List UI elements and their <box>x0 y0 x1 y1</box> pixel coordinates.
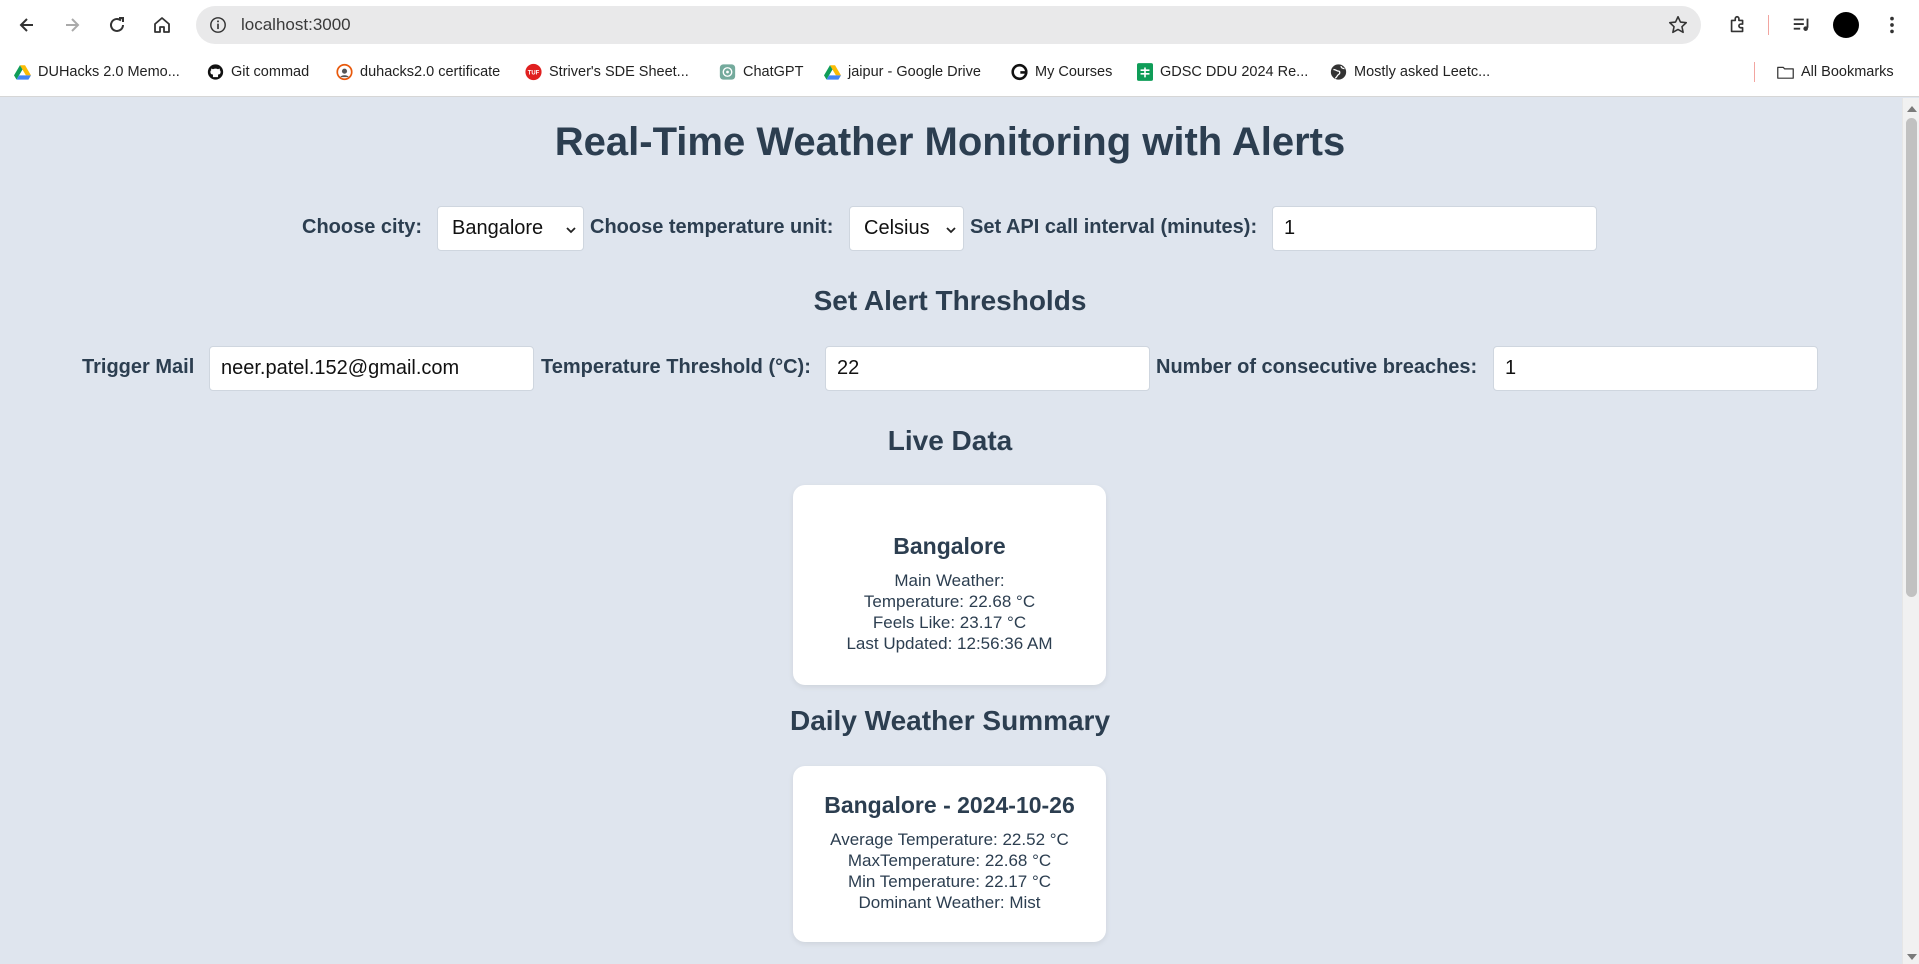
last-updated-text: Last Updated: 12:56:36 AM <box>846 634 1053 653</box>
bookmark-my-courses[interactable]: My Courses <box>1011 61 1112 83</box>
max-temperature-text: MaxTemperature: 22.68 °C <box>847 851 1052 870</box>
toolbar-divider <box>1768 15 1769 35</box>
certificate-icon <box>336 63 353 81</box>
temperature-threshold-input[interactable]: 22 <box>825 346 1150 391</box>
all-bookmarks-label: All Bookmarks <box>1801 64 1894 80</box>
bookmark-jaipur-drive[interactable]: jaipur - Google Drive <box>824 61 981 83</box>
temperature-threshold-label: Temperature Threshold (°C): <box>541 356 811 378</box>
settings-row: Choose city: Bangalore Choose temperatur… <box>0 206 1900 252</box>
puzzle-icon <box>1730 15 1744 33</box>
browser-chrome: localhost:3000 DUHacks 2.0 Memo... Git c… <box>0 0 1919 97</box>
bookmark-label: Mostly asked Leetc... <box>1354 64 1491 80</box>
email-field[interactable]: neer.patel.152@gmail.com <box>209 346 534 391</box>
consecutive-breaches-label: Number of consecutive breaches: <box>1156 356 1478 378</box>
address-bar[interactable]: localhost:3000 <box>196 6 1701 44</box>
profile-avatar[interactable] <box>1833 12 1859 38</box>
page-scrollbar[interactable] <box>1902 98 1919 964</box>
scroll-down-arrow-icon[interactable] <box>1907 954 1917 960</box>
sheets-icon <box>1136 63 1153 81</box>
scroll-thumb[interactable] <box>1906 118 1917 597</box>
interval-input-value: 1 <box>1284 217 1296 239</box>
temperature-text: Temperature: 22.68 °C <box>863 592 1036 611</box>
trigger-mail-label: Trigger Mail <box>82 356 195 378</box>
bookmarks-divider <box>1754 62 1755 82</box>
extensions-button[interactable] <box>1724 11 1752 39</box>
alert-thresholds-row: Trigger Mail neer.patel.152@gmail.com Te… <box>0 346 1900 392</box>
bookmark-label: duhacks2.0 certificate <box>360 64 501 80</box>
google-drive-icon <box>824 64 841 81</box>
playlist-icon <box>1793 18 1809 31</box>
bookmarks-bar: DUHacks 2.0 Memo... Git commad duhacks2.… <box>0 58 1919 86</box>
folder-icon <box>1777 64 1794 81</box>
bookmark-label: DUHacks 2.0 Memo... <box>38 64 180 80</box>
average-temperature-text: Average Temperature: 22.52 °C <box>830 830 1069 849</box>
unit-select[interactable]: Celsius <box>849 206 964 251</box>
unit-label: Choose temperature unit: <box>590 216 834 238</box>
reload-icon <box>110 17 124 32</box>
bookmark-star-icon[interactable] <box>1667 14 1689 36</box>
svg-text:TUF: TUF <box>528 71 540 77</box>
bookmark-gdsc-ddu[interactable]: GDSC DDU 2024 Re... <box>1136 61 1308 83</box>
city-label: Choose city: <box>302 216 423 238</box>
browser-menu-button[interactable] <box>1878 11 1906 39</box>
daily-summary-heading: Daily Weather Summary <box>789 705 1111 736</box>
email-field-value: neer.patel.152@gmail.com <box>221 357 460 379</box>
city-select-value: Bangalore <box>452 217 544 239</box>
dominant-weather-text: Dominant Weather: Mist <box>858 893 1041 912</box>
bookmark-leetcode[interactable]: Mostly asked Leetc... <box>1330 61 1490 83</box>
tuf-icon: TUF <box>525 63 542 81</box>
feels-like-text: Feels Like: 23.17 °C <box>872 613 1027 632</box>
home-icon <box>154 17 170 33</box>
media-control-button[interactable] <box>1788 11 1816 39</box>
url-text: localhost:3000 <box>241 15 351 34</box>
temperature-threshold-value: 22 <box>837 357 860 379</box>
bookmark-label: GDSC DDU 2024 Re... <box>1160 64 1309 80</box>
scroll-up-arrow-icon[interactable] <box>1907 106 1917 112</box>
back-button[interactable] <box>11 9 43 41</box>
consecutive-breaches-input[interactable]: 1 <box>1493 346 1818 391</box>
alert-thresholds-heading: Set Alert Thresholds <box>813 285 1087 316</box>
browser-toolbar: localhost:3000 <box>0 0 1919 50</box>
bookmark-chatgpt[interactable]: ChatGPT <box>719 61 803 83</box>
bookmark-label: My Courses <box>1035 64 1113 80</box>
city-select[interactable]: Bangalore <box>437 206 584 251</box>
home-button[interactable] <box>146 9 178 41</box>
all-bookmarks-button[interactable]: All Bookmarks <box>1777 61 1894 83</box>
reload-button[interactable] <box>101 9 133 41</box>
globe-icon <box>1330 64 1347 81</box>
chevron-down-icon <box>946 227 956 234</box>
forward-button[interactable] <box>56 9 88 41</box>
bookmark-striver-sheet[interactable]: TUF Striver's SDE Sheet... <box>525 61 689 83</box>
interval-label: Set API call interval (minutes): <box>970 216 1258 238</box>
google-drive-icon <box>14 64 31 81</box>
course-icon <box>1011 63 1028 81</box>
summary-title: Bangalore - 2024-10-26 <box>824 792 1075 818</box>
chevron-down-icon <box>566 227 576 234</box>
forward-arrow-icon <box>66 18 80 32</box>
weather-app: Real-Time Weather Monitoring with Alerts… <box>0 98 1900 964</box>
bookmark-duhacks-memo[interactable]: DUHacks 2.0 Memo... <box>14 61 180 83</box>
live-weather-card: Bangalore Main Weather: Temperature: 22.… <box>793 485 1106 685</box>
live-city-name: Bangalore <box>893 533 1006 559</box>
kebab-menu-icon <box>1890 16 1894 34</box>
chatgpt-icon <box>719 64 736 81</box>
bookmark-label: ChatGPT <box>743 64 804 80</box>
main-weather-text: Main Weather: <box>894 571 1005 590</box>
github-icon <box>207 64 224 81</box>
bookmark-label: Striver's SDE Sheet... <box>549 64 689 80</box>
consecutive-breaches-value: 1 <box>1505 357 1517 379</box>
live-data-heading: Live Data <box>887 425 1013 456</box>
bookmark-label: jaipur - Google Drive <box>848 64 981 80</box>
unit-select-value: Celsius <box>864 217 930 239</box>
interval-input[interactable]: 1 <box>1272 206 1597 251</box>
page-title: Real-Time Weather Monitoring with Alerts <box>554 120 1346 164</box>
bookmark-git-commad[interactable]: Git commad <box>207 61 309 83</box>
back-arrow-icon <box>19 18 33 32</box>
bookmark-label: Git commad <box>231 64 310 80</box>
min-temperature-text: Min Temperature: 22.17 °C <box>847 872 1052 891</box>
daily-summary-card: Bangalore - 2024-10-26 Average Temperatu… <box>793 766 1106 942</box>
site-info-icon[interactable] <box>206 13 230 37</box>
bookmark-duhacks-certificate[interactable]: duhacks2.0 certificate <box>336 61 500 83</box>
